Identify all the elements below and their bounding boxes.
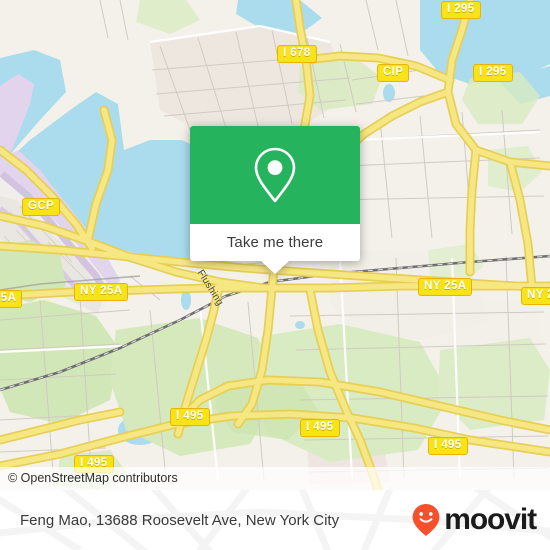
- highway-shield[interactable]: I 495: [170, 408, 210, 426]
- highway-shield[interactable]: I 495: [428, 437, 468, 455]
- popup-icon-panel: [190, 126, 360, 224]
- highway-shield[interactable]: GCP: [22, 198, 61, 216]
- popup-tail: [261, 261, 289, 274]
- highway-shield[interactable]: NY 25A: [74, 283, 129, 301]
- footer-bar: Feng Mao, 13688 Roosevelt Ave, New York …: [0, 490, 550, 550]
- take-me-there-label: Take me there: [226, 234, 324, 251]
- popup-action-panel[interactable]: Take me there: [190, 224, 360, 274]
- moovit-smiley-pin-icon: [412, 504, 440, 536]
- highway-shield[interactable]: I 295: [441, 1, 481, 19]
- highway-shield[interactable]: I 295: [473, 64, 513, 82]
- moovit-logo[interactable]: moovit: [411, 490, 537, 550]
- moovit-map-share-card: Flushing I 295 I 678 CIP I 295 GCP NY 25…: [0, 0, 550, 550]
- place-address-label: Feng Mao, 13688 Roosevelt Ave, New York …: [20, 511, 340, 529]
- highway-shield[interactable]: I 678: [277, 45, 317, 63]
- map-pin-icon: [254, 147, 296, 203]
- highway-shield[interactable]: 25A: [0, 290, 23, 308]
- osm-attribution[interactable]: © OpenStreetMap contributors: [0, 467, 550, 490]
- moovit-wordmark: moovit: [444, 503, 537, 536]
- highway-shield[interactable]: CIP: [377, 64, 410, 82]
- take-me-there-popup[interactable]: Take me there: [190, 126, 360, 274]
- highway-shield[interactable]: I 495: [300, 419, 340, 437]
- highway-shield[interactable]: NY 2: [521, 287, 550, 305]
- highway-shield[interactable]: NY 25A: [418, 278, 473, 296]
